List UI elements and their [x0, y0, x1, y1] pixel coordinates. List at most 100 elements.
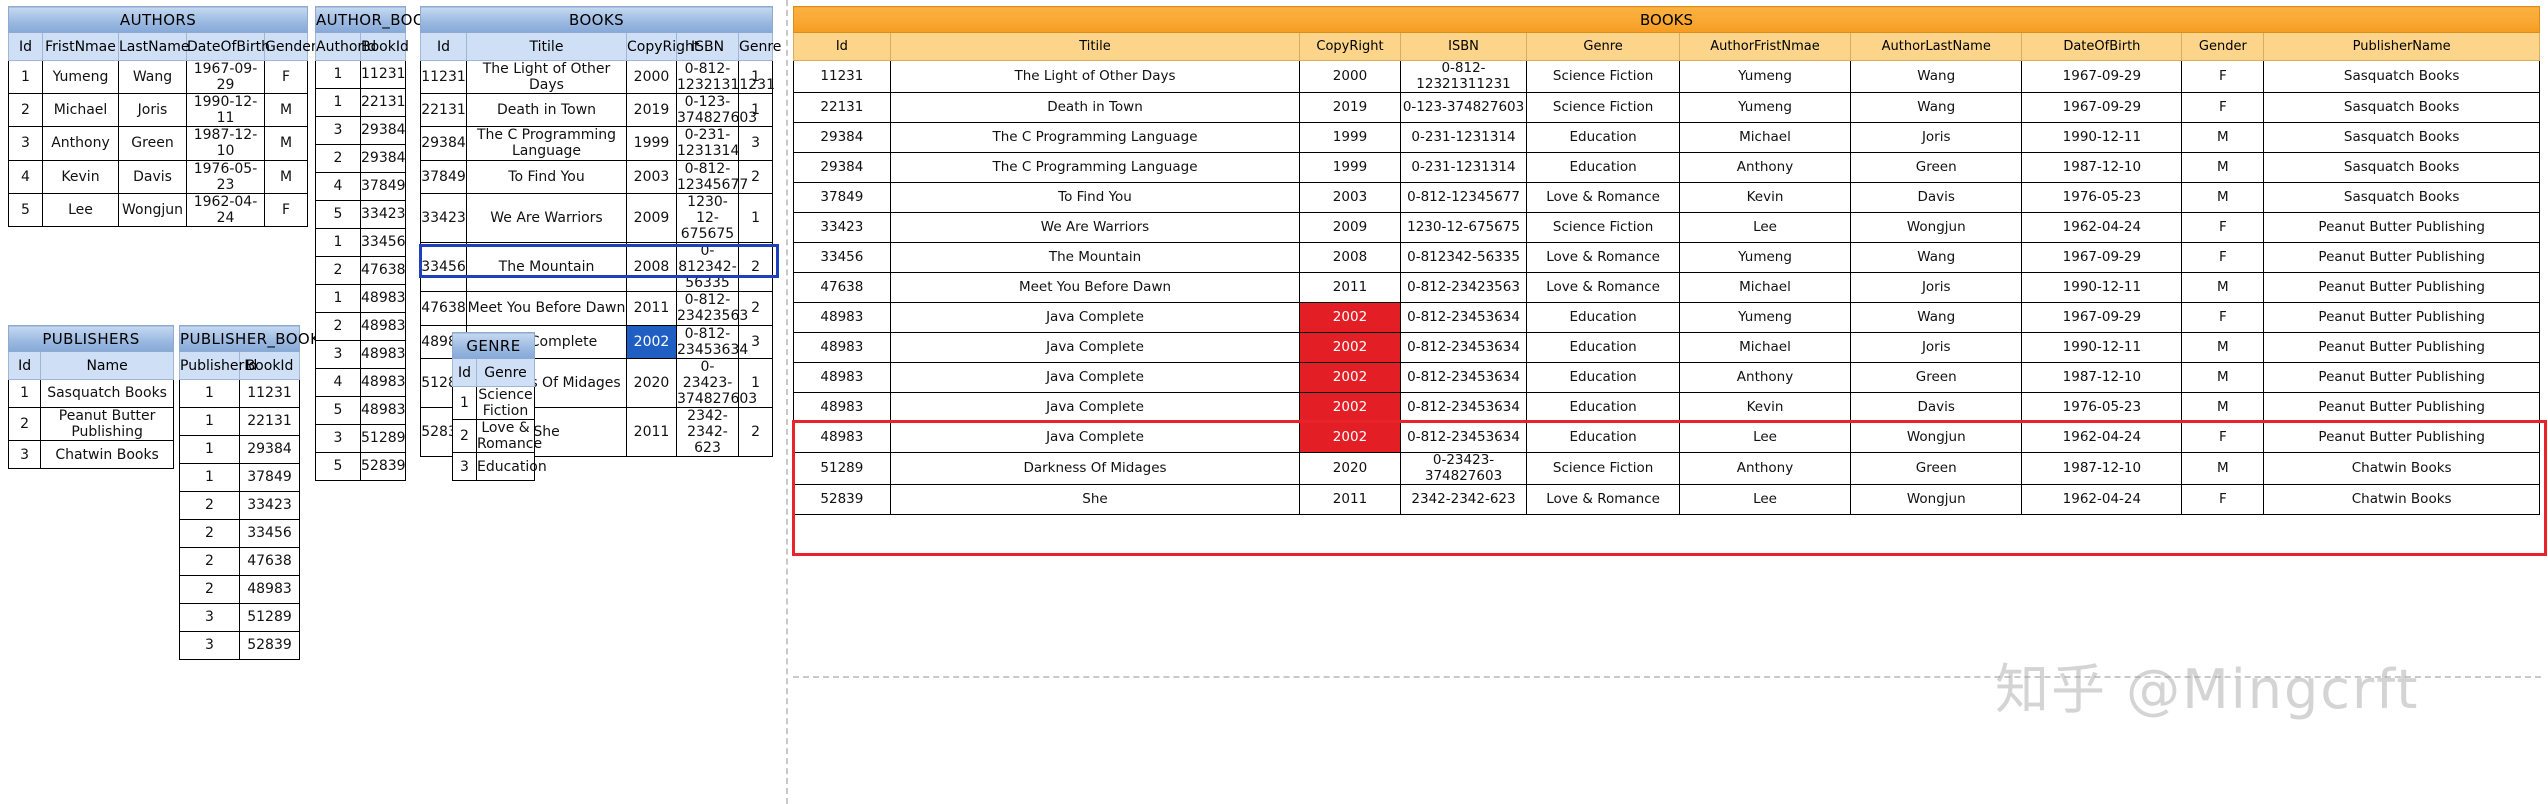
- genre-col-genre[interactable]: Genre: [475, 358, 536, 387]
- table-row[interactable]: 3 48983: [315, 340, 407, 369]
- table-row[interactable]: 3 51289: [315, 424, 407, 453]
- table-row[interactable]: 11231 The Light of Other Days 2000 0-812-12…: [420, 59, 775, 95]
- books_denormalized-col-titile[interactable]: Titile: [889, 32, 1301, 61]
- table-row[interactable]: 5 33423: [315, 200, 407, 229]
- table-cell: 1976-05-23: [2021, 182, 2183, 214]
- table-row[interactable]: 2 47638: [315, 256, 407, 285]
- table-row[interactable]: 51289 Darkness Of Midages 2020 0-23423-3748…: [793, 452, 2540, 486]
- genre-col-id[interactable]: Id: [452, 358, 477, 387]
- table-row[interactable]: 2 Love & Romance: [452, 419, 542, 454]
- table-row[interactable]: 33423 We Are Warriors 2009 1230-12-675675 Sc…: [793, 212, 2540, 244]
- books_denormalized-col-authorlastname[interactable]: AuthorLastName: [1850, 32, 2023, 61]
- books_denormalized-col-publishername[interactable]: PublisherName: [2263, 32, 2540, 61]
- publishers-col-name[interactable]: Name: [40, 351, 174, 380]
- books_denormalized-col-genre[interactable]: Genre: [1526, 32, 1680, 61]
- table-row[interactable]: 52839 She 2011 2342-2342-623 Love & Romance L…: [793, 484, 2540, 516]
- table-cell: Chatwin Books: [2263, 484, 2540, 516]
- table-cell: 1230-12-675675: [1399, 212, 1528, 244]
- table-row[interactable]: 1 22131: [315, 88, 407, 117]
- table-row[interactable]: 3 Anthony Green 1987-12-10 M: [8, 126, 309, 161]
- table-row[interactable]: 48983 Java Complete 2002 0-812-23453634 Educ…: [793, 332, 2540, 364]
- table-row[interactable]: 22131 Death in Town 2019 0-123-374827603 Sci…: [793, 92, 2540, 124]
- table-cell: The Light of Other Days: [889, 59, 1301, 94]
- table-row[interactable]: 1 29384: [179, 435, 301, 464]
- books_denormalized-col-authorfristnmae[interactable]: AuthorFristNmae: [1678, 32, 1852, 61]
- table-row[interactable]: 5 Lee Wongjun 1962-04-24 F: [8, 192, 309, 227]
- table-row[interactable]: 37849 To Find You 2003 0-812-12345677 Love &…: [793, 182, 2540, 214]
- table-row[interactable]: 33423 We Are Warriors 2009 1230-12-675675 1: [420, 192, 774, 244]
- table-row[interactable]: 1 Sasquatch Books: [7, 379, 174, 408]
- books_denormalized-col-id[interactable]: Id: [793, 32, 891, 61]
- table-row[interactable]: 33456 The Mountain 2008 0-812342-56335 Love …: [793, 242, 2540, 274]
- table-row[interactable]: 37849 To Find You 2003 0-812-12345677 2: [420, 159, 774, 194]
- table-cell: The C Programming Language: [889, 152, 1301, 184]
- table-row[interactable]: 4 48983: [315, 368, 407, 397]
- authors-col-fristnmae[interactable]: FristNmae: [42, 32, 119, 61]
- table-row[interactable]: 11231 The Light of Other Days 2000 0-812-12…: [793, 59, 2540, 94]
- table-row[interactable]: 3 Education: [452, 452, 547, 482]
- table-row[interactable]: 4 37849: [315, 172, 407, 201]
- table-row[interactable]: 3 29384: [315, 116, 407, 145]
- publisher_book_map-col-bookid[interactable]: BookId: [238, 351, 301, 380]
- table-row[interactable]: 47638 Meet You Before Dawn 2011 0-812-23423…: [420, 291, 774, 326]
- table-row[interactable]: 2 33423: [179, 491, 301, 520]
- table-row[interactable]: 48983 Java Complete 2002 0-812-23453634 Educ…: [793, 422, 2540, 454]
- table-row[interactable]: 2 33456: [179, 519, 301, 548]
- table-cell: Joris: [1850, 272, 2023, 304]
- table-row[interactable]: 1 11231: [179, 379, 301, 408]
- table-row[interactable]: 1 37849: [179, 463, 301, 492]
- books_denormalized-col-copyright[interactable]: CopyRight: [1299, 32, 1401, 61]
- table-row[interactable]: 1 48983: [315, 284, 407, 313]
- table-row[interactable]: 1 Yumeng Wang 1967-09-29 F: [8, 59, 309, 95]
- table-row[interactable]: 5 48983: [315, 396, 407, 425]
- table-cell: 0-123-374827603: [676, 93, 758, 128]
- table-row[interactable]: 4 Kevin Davis 1976-05-23 M: [8, 159, 309, 194]
- table-row[interactable]: 1 11231: [315, 60, 407, 89]
- table-row[interactable]: 1 Science Fiction: [452, 385, 536, 421]
- table-cell: 2: [179, 491, 240, 520]
- author_book_map-col-authorid[interactable]: AuthorId: [315, 32, 376, 61]
- table-cell: Yumeng: [1678, 242, 1852, 274]
- authors-col-gender[interactable]: Gender: [263, 32, 317, 61]
- authors-col-dateofbirth[interactable]: DateOfBirth: [186, 32, 270, 61]
- books-col-genre[interactable]: Genre: [737, 32, 781, 61]
- table-row[interactable]: 3 52839: [179, 631, 301, 660]
- table-row[interactable]: 2 47638: [179, 547, 301, 576]
- table-row[interactable]: 29384 The C Programming Language 1999 0-231…: [793, 122, 2540, 154]
- authors-col-id[interactable]: Id: [8, 32, 43, 61]
- table-row[interactable]: 3 Chatwin Books: [7, 440, 174, 470]
- books_denormalized-col-isbn[interactable]: ISBN: [1399, 32, 1528, 61]
- table-row[interactable]: 2 Michael Joris 1990-12-11 M: [8, 93, 309, 128]
- table-row[interactable]: 48983 Java Complete 2002 0-812-23453634 Educ…: [793, 302, 2540, 334]
- table-row[interactable]: 48983 Java Complete 2002 0-812-23453634 Educ…: [793, 392, 2540, 424]
- books-col-copyright[interactable]: CopyRight: [626, 32, 699, 61]
- table-row[interactable]: 1 33456: [315, 228, 407, 257]
- publishers-col-id[interactable]: Id: [7, 351, 42, 380]
- books_denormalized-col-dateofbirth[interactable]: DateOfBirth: [2021, 32, 2183, 61]
- authors-title: AUTHORS: [7, 6, 309, 33]
- publisher_book_map-col-publisherid[interactable]: PublisherId: [179, 351, 257, 380]
- table-cell: 2011: [626, 291, 677, 326]
- books-col-id[interactable]: Id: [420, 32, 467, 61]
- authors-col-lastname[interactable]: LastName: [118, 32, 189, 61]
- table-row[interactable]: 2 29384: [315, 144, 407, 173]
- table-row[interactable]: 22131 Death in Town 2019 0-123-374827603 1: [420, 93, 774, 128]
- table-row[interactable]: 29384 The C Programming Language 1999 0-231…: [420, 126, 774, 161]
- table-row[interactable]: 29384 The C Programming Language 1999 0-231…: [793, 152, 2540, 184]
- table-row[interactable]: 48983 Java Complete 2002 0-812-23453634 Educ…: [793, 362, 2540, 394]
- author_book_map-col-bookid[interactable]: BookId: [359, 32, 409, 61]
- books-col-titile[interactable]: Titile: [466, 32, 627, 61]
- table-cell: Sasquatch Books: [2263, 122, 2540, 154]
- table-cell: 1962-04-24: [186, 192, 265, 227]
- table-row[interactable]: 33456 The Mountain 2008 0-812342-56335 2: [420, 242, 774, 293]
- table-row[interactable]: 2 48983: [179, 575, 301, 604]
- table-row[interactable]: 5 52839: [315, 452, 407, 481]
- table-cell: The Light of Other Days: [466, 59, 627, 95]
- table-row[interactable]: 2 48983: [315, 312, 407, 341]
- table-row[interactable]: 2 Peanut Butter Publishing: [7, 406, 174, 442]
- table-row[interactable]: 1 22131: [179, 407, 301, 436]
- table-cell: She: [889, 484, 1301, 516]
- books_denormalized-col-gender[interactable]: Gender: [2181, 32, 2265, 61]
- table-row[interactable]: 47638 Meet You Before Dawn 2011 0-812-23423…: [793, 272, 2540, 304]
- table-row[interactable]: 3 51289: [179, 603, 301, 632]
